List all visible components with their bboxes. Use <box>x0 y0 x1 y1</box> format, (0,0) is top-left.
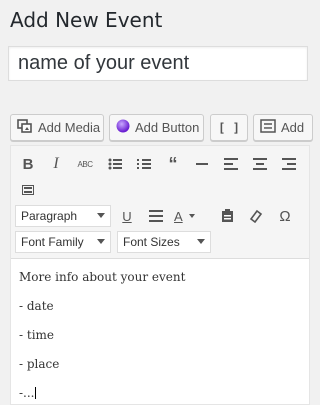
add-button-label: Add Button <box>135 120 200 135</box>
add-media-button[interactable]: Add Media <box>10 114 104 141</box>
add-media-label: Add Media <box>38 120 101 135</box>
content-line: - date <box>19 299 54 313</box>
align-left-icon[interactable] <box>220 153 242 175</box>
chevron-down-icon <box>197 239 205 244</box>
font-sizes-select-value: Font Sizes <box>123 235 180 249</box>
event-title-input[interactable] <box>8 46 308 81</box>
paste-text-icon[interactable] <box>216 205 238 227</box>
shortcode-brackets-icon: [ ] <box>218 120 240 135</box>
text-color-icon[interactable]: A <box>174 205 208 227</box>
content-line-last: -... <box>19 386 36 400</box>
italic-icon[interactable]: I <box>45 153 67 175</box>
blockquote-icon[interactable]: “ <box>162 153 184 175</box>
page-title: Add New Event <box>10 8 163 32</box>
numbered-list-icon[interactable] <box>133 153 155 175</box>
strikethrough-icon[interactable]: ABC <box>74 153 96 175</box>
format-select-value: Paragraph <box>21 209 78 223</box>
content-line: More info about your event <box>19 270 186 284</box>
bold-icon[interactable]: B <box>17 153 39 175</box>
font-sizes-select[interactable]: Font Sizes <box>117 231 211 253</box>
content-editor: B I ABC “ Paragraph U A Ω Font Family Fo… <box>10 145 310 405</box>
justify-icon[interactable] <box>145 205 167 227</box>
shortcode-button[interactable]: [ ] <box>210 114 248 141</box>
content-line: - place <box>19 357 60 371</box>
add-form-label: Add <box>281 120 305 135</box>
align-right-icon[interactable] <box>278 153 300 175</box>
add-button-button[interactable]: Add Button <box>109 114 204 141</box>
font-family-select-value: Font Family <box>21 235 84 249</box>
add-button-icon <box>116 119 130 136</box>
font-family-select[interactable]: Font Family <box>15 231 111 253</box>
text-caret <box>34 387 36 399</box>
add-media-icon <box>17 119 33 136</box>
add-form-button[interactable]: Add <box>253 114 313 141</box>
align-center-icon[interactable] <box>249 153 271 175</box>
bullet-list-icon[interactable] <box>104 153 126 175</box>
horizontal-line-icon[interactable] <box>191 153 213 175</box>
editor-toolbar: B I ABC “ Paragraph U A Ω Font Family Fo… <box>11 146 309 259</box>
format-select[interactable]: Paragraph <box>15 205 111 227</box>
content-line: -... <box>19 386 35 400</box>
chevron-down-icon <box>97 213 105 218</box>
eraser-icon[interactable] <box>245 205 267 227</box>
underline-icon[interactable]: U <box>116 205 138 227</box>
special-character-icon[interactable]: Ω <box>274 205 296 227</box>
chevron-down-icon <box>97 239 105 244</box>
kitchen-sink-icon[interactable] <box>17 179 39 201</box>
content-line: - time <box>19 328 55 342</box>
add-form-icon <box>260 119 276 136</box>
